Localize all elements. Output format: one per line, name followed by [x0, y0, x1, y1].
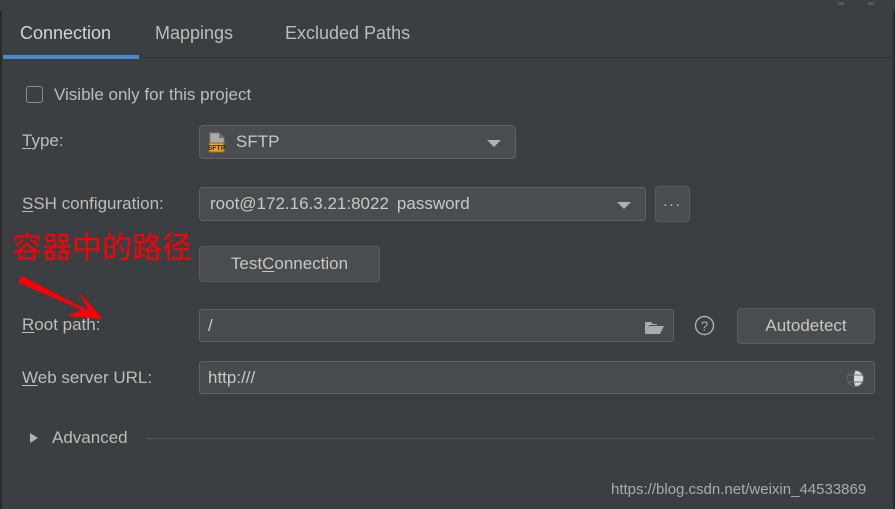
root-path-value: / [208, 315, 213, 335]
annotation-arrow-icon [16, 270, 126, 337]
web-server-url-value: http:/// [208, 367, 256, 387]
visible-only-checkbox[interactable] [26, 86, 43, 103]
tab-connection[interactable]: Connection [18, 10, 113, 56]
folder-icon[interactable] [644, 318, 664, 340]
web-server-url-input[interactable]: http:/// [199, 361, 875, 394]
type-combobox[interactable]: SFTP SFTP [199, 125, 516, 159]
tab-mappings[interactable]: Mappings [153, 10, 235, 56]
autodetect-button[interactable]: Autodetect [737, 308, 875, 344]
ssh-configuration-combobox[interactable]: root@172.16.3.21:8022 password [199, 187, 646, 221]
test-connection-label-after: onnection [274, 254, 349, 273]
titlebar-ghost-mark-2 [868, 2, 874, 5]
ssh-configuration-auth-type: password [396, 194, 470, 213]
sftp-file-icon: SFTP [206, 131, 228, 153]
svg-text:?: ? [701, 319, 708, 334]
tab-selected-indicator [3, 55, 139, 59]
tab-bar: Connection Mappings Excluded Paths [0, 10, 895, 58]
test-connection-button[interactable]: Test Connection [199, 246, 380, 282]
ssh-configuration-value: root@172.16.3.21:8022 [210, 194, 389, 213]
chevron-down-icon [617, 202, 631, 209]
advanced-expand-triangle-icon[interactable] [30, 433, 38, 443]
type-label: Type: [22, 131, 64, 151]
tab-excluded-paths[interactable]: Excluded Paths [283, 10, 412, 56]
type-combobox-value: SFTP [236, 132, 280, 151]
ssh-configuration-browse-button[interactable]: ... [655, 186, 690, 222]
chevron-down-icon [487, 140, 501, 147]
advanced-section-label[interactable]: Advanced [52, 428, 128, 448]
ssh-configuration-label: SSH configuration: [22, 194, 164, 214]
web-server-url-label: Web server URL: [22, 368, 152, 388]
ssh-label-rest: SH configuration: [33, 194, 164, 213]
watermark-url: https://blog.csdn.net/weixin_44533869 [611, 481, 867, 498]
root-path-input[interactable]: / [199, 309, 674, 342]
help-question-icon[interactable]: ? [694, 315, 715, 341]
web-server-url-label-rest: eb server URL: [37, 368, 153, 387]
test-connection-label-before: Test [230, 254, 263, 273]
titlebar-ghost-mark-1 [838, 2, 844, 5]
window-titlebar-strip [0, 0, 895, 10]
web-server-url-label-mnemonic: W [22, 368, 38, 387]
type-label-rest: ype: [31, 131, 64, 150]
visible-only-checkbox-label: Visible only for this project [54, 85, 252, 104]
test-connection-mnemonic: C [262, 254, 275, 273]
ssh-label-mnemonic: S [22, 194, 34, 213]
window-left-edge [0, 0, 2, 509]
advanced-section-divider [146, 438, 875, 439]
annotation-text: 容器中的路径 [12, 231, 192, 266]
svg-text:SFTP: SFTP [208, 145, 226, 152]
globe-icon[interactable] [846, 369, 865, 393]
tab-bar-separator [139, 57, 895, 58]
